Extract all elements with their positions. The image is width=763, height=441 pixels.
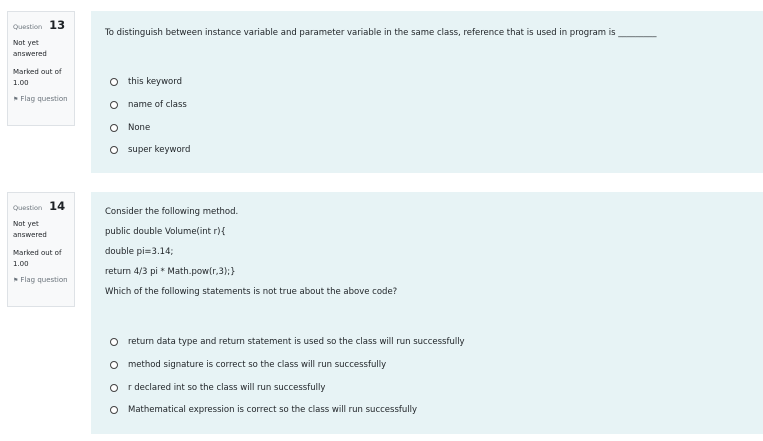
- answer-option[interactable]: None: [110, 121, 150, 135]
- answer-option[interactable]: Mathematical expression is correct so th…: [110, 403, 417, 417]
- radio-unchecked-icon[interactable]: [110, 361, 118, 369]
- answer-option[interactable]: super keyword: [110, 143, 190, 157]
- flag-question-link[interactable]: ⚑ Flag question: [13, 275, 69, 286]
- radio-unchecked-icon[interactable]: [110, 338, 118, 346]
- flag-icon: ⚑: [13, 277, 19, 284]
- question-text-line: Consider the following method.: [105, 207, 239, 217]
- question-number-value: 13: [49, 18, 66, 32]
- answer-option[interactable]: name of class: [110, 98, 187, 112]
- question-info-14: Question 14 Not yet answered Marked out …: [7, 192, 75, 307]
- question-number: Question 13: [13, 16, 69, 35]
- answer-option[interactable]: method signature is correct so the class…: [110, 358, 386, 372]
- answer-option-label: super keyword: [128, 145, 191, 155]
- radio-unchecked-icon[interactable]: [110, 384, 118, 392]
- question-label: Question: [13, 23, 43, 31]
- question-grade: Marked out of 1.00: [13, 249, 62, 268]
- flag-question-label: Flag question: [20, 276, 68, 284]
- question-number-value: 14: [49, 199, 66, 213]
- answer-option-label: method signature is correct so the class…: [128, 360, 387, 370]
- radio-unchecked-icon[interactable]: [110, 146, 118, 154]
- answer-option-label: return data type and return statement is…: [128, 337, 465, 347]
- radio-unchecked-icon[interactable]: [110, 78, 118, 86]
- answer-option[interactable]: r declared int so the class will run suc…: [110, 381, 325, 395]
- question-text-line: Which of the following statements is not…: [105, 287, 398, 297]
- question-text-line: return 4/3 pi * Math.pow(r,3);}: [105, 267, 236, 277]
- answer-option[interactable]: this keyword: [110, 75, 182, 89]
- question-label: Question: [13, 204, 43, 212]
- radio-unchecked-icon[interactable]: [110, 406, 118, 414]
- radio-unchecked-icon[interactable]: [110, 124, 118, 132]
- question-content-13: To distinguish between instance variable…: [91, 11, 763, 173]
- question-info-13: Question 13 Not yet answered Marked out …: [7, 11, 75, 126]
- flag-question-label: Flag question: [20, 95, 68, 103]
- question-content-14: Consider the following method. public do…: [91, 192, 763, 434]
- answer-option-label: r declared int so the class will run suc…: [128, 383, 326, 393]
- question-text-line: To distinguish between instance variable…: [105, 28, 657, 38]
- answer-option[interactable]: return data type and return statement is…: [110, 335, 465, 349]
- question-text-line: double pi=3.14;: [105, 247, 174, 257]
- answer-option-label: name of class: [128, 100, 187, 110]
- radio-unchecked-icon[interactable]: [110, 101, 118, 109]
- question-number: Question 14: [13, 197, 69, 216]
- answer-option-label: Mathematical expression is correct so th…: [128, 405, 418, 415]
- flag-question-link[interactable]: ⚑ Flag question: [13, 94, 69, 105]
- question-grade: Marked out of 1.00: [13, 68, 62, 87]
- question-text-line: public double Volume(int r){: [105, 227, 226, 237]
- answer-option-label: this keyword: [128, 77, 182, 87]
- flag-icon: ⚑: [13, 96, 19, 103]
- question-state: Not yet answered: [13, 220, 47, 239]
- answer-option-label: None: [128, 123, 151, 133]
- question-state: Not yet answered: [13, 39, 47, 58]
